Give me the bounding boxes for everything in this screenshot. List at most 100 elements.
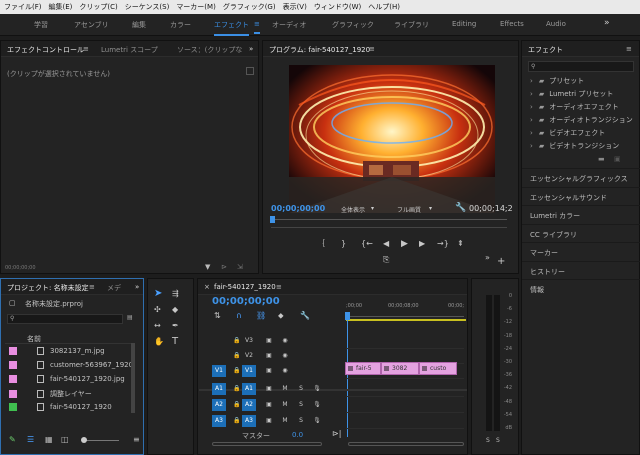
timeline-clip[interactable]: 3082 bbox=[381, 362, 419, 375]
freeform-view-icon[interactable]: ◫ bbox=[61, 435, 69, 444]
sequence-menu-icon[interactable]: ≡ bbox=[276, 283, 282, 291]
workspace-tab-5[interactable]: オーディオ bbox=[272, 20, 307, 30]
effects-folder-row[interactable]: › ▰ Lumetri プリセット bbox=[530, 89, 613, 99]
effects-search-input[interactable]: ⚲ bbox=[528, 61, 634, 72]
menu-item-3[interactable]: シーケンス(S) bbox=[125, 2, 170, 12]
workspace-tab-8[interactable]: Editing bbox=[452, 20, 476, 28]
panel-section-5[interactable]: ヒストリー bbox=[522, 260, 640, 279]
project-search-input[interactable]: ⚲ bbox=[7, 314, 123, 324]
timeline-clip[interactable]: custo bbox=[419, 362, 457, 375]
chevron-right-icon[interactable]: › bbox=[530, 103, 533, 111]
icon-view-icon[interactable]: ▦ bbox=[45, 435, 53, 444]
solo-button[interactable]: S bbox=[294, 383, 308, 395]
track-zoom-scrollbar[interactable] bbox=[212, 442, 322, 446]
master-volume[interactable]: 0.0 bbox=[292, 431, 303, 439]
menu-item-8[interactable]: ヘルプ(H) bbox=[368, 2, 400, 12]
sync-lock-icon[interactable]: ▣ bbox=[262, 415, 276, 427]
sync-lock-icon[interactable]: ▣ bbox=[262, 383, 276, 395]
track-target-V1[interactable]: V1 bbox=[242, 365, 256, 377]
effects-folder-row[interactable]: › ▰ オーディオエフェクト bbox=[530, 102, 619, 112]
nest-icon[interactable]: ⇅ bbox=[214, 311, 221, 321]
effects-folder-row[interactable]: › ▰ オーディオトランジション bbox=[530, 115, 633, 125]
track-lane[interactable] bbox=[346, 333, 464, 349]
list-item[interactable]: fair-540127_1920.jpg bbox=[9, 375, 125, 383]
list-item[interactable]: 3082137_m.jpg bbox=[9, 347, 105, 355]
list-item[interactable]: customer-563967_1920 bbox=[9, 361, 133, 369]
project-overflow-icon[interactable]: » bbox=[135, 283, 139, 291]
tab-lumetri-scopes[interactable]: Lumetri スコープ bbox=[101, 45, 158, 55]
microphone-icon[interactable]: 🎙 bbox=[310, 383, 324, 395]
source-patch-A2[interactable]: A2 bbox=[212, 399, 226, 411]
quality-dropdown-icon[interactable]: ▾ bbox=[429, 205, 432, 212]
eye-icon[interactable]: ◉ bbox=[278, 335, 292, 347]
eye-icon[interactable]: ◉ bbox=[278, 350, 292, 362]
meter-solo-right[interactable]: S bbox=[496, 437, 500, 444]
list-item[interactable]: 調整レイヤー bbox=[9, 389, 92, 399]
ripple-edit-tool-icon[interactable]: ✣ bbox=[154, 305, 161, 315]
workspace-more-button[interactable]: » bbox=[604, 18, 610, 28]
microphone-icon[interactable]: 🎙 bbox=[310, 399, 324, 411]
time-ruler[interactable] bbox=[346, 311, 464, 317]
menu-item-1[interactable]: 編集(E) bbox=[49, 2, 73, 12]
add-marker-icon[interactable]: ⬥ bbox=[278, 311, 284, 321]
linked-selection-icon[interactable]: ⛓ bbox=[256, 311, 266, 321]
workspace-tab-6[interactable]: グラフィック bbox=[332, 20, 374, 30]
tab-effect-controls[interactable]: エフェクトコントロール bbox=[7, 45, 84, 55]
track-select-tool-icon[interactable]: ⇶ bbox=[172, 289, 179, 299]
track-target-A2[interactable]: A2 bbox=[242, 399, 256, 411]
selection-tool-icon[interactable]: ➤ bbox=[154, 289, 162, 299]
new-search-bin-icon[interactable]: ▤ bbox=[127, 314, 133, 321]
snap-icon[interactable]: ∩ bbox=[236, 311, 242, 321]
play-only-icon[interactable]: ⊳ bbox=[221, 263, 227, 271]
workspace-tab-1[interactable]: アセンブリ bbox=[74, 20, 109, 30]
chevron-right-icon[interactable]: › bbox=[530, 77, 533, 85]
source-patch-A3[interactable]: A3 bbox=[212, 415, 226, 427]
mute-button[interactable]: M bbox=[278, 399, 292, 411]
program-menu-icon[interactable]: ≡ bbox=[369, 45, 375, 53]
workspace-tab-4[interactable]: エフェクト bbox=[214, 20, 249, 36]
wrench-icon[interactable]: 🔧 bbox=[455, 203, 466, 213]
menu-item-0[interactable]: ファイル(F) bbox=[4, 2, 42, 12]
step-back-icon[interactable]: ◀ bbox=[383, 239, 389, 249]
slip-tool-icon[interactable]: ↔ bbox=[154, 321, 161, 331]
mute-button[interactable]: M bbox=[278, 383, 292, 395]
track-target-A3[interactable]: A3 bbox=[242, 415, 256, 427]
workspace-tab-10[interactable]: Audio bbox=[546, 20, 566, 28]
program-playhead[interactable] bbox=[270, 216, 275, 223]
label-color-swatch[interactable] bbox=[9, 375, 17, 383]
timeline-clip[interactable]: fair-5 bbox=[345, 362, 381, 375]
track-target-A1[interactable]: A1 bbox=[242, 383, 256, 395]
timeline-settings-icon[interactable]: 🔧 bbox=[300, 311, 310, 321]
sync-lock-icon[interactable]: ▣ bbox=[262, 350, 276, 362]
lift-icon[interactable]: ⇞ bbox=[457, 239, 464, 249]
collapse-icon[interactable] bbox=[246, 67, 254, 75]
panel-section-3[interactable]: CC ライブラリ bbox=[522, 223, 640, 242]
new-bin-icon[interactable]: ▬ bbox=[598, 155, 605, 163]
export-frame-button-icon[interactable]: ⎘ bbox=[383, 255, 389, 265]
label-color-swatch[interactable] bbox=[9, 403, 17, 411]
panel-section-6[interactable]: 情報 bbox=[522, 279, 640, 297]
sync-lock-icon[interactable]: ▣ bbox=[262, 399, 276, 411]
zoom-select[interactable]: 全体表示 bbox=[341, 205, 365, 214]
mark-in-icon[interactable]: ｛ bbox=[317, 239, 325, 249]
label-color-swatch[interactable] bbox=[9, 347, 17, 355]
close-sequence-icon[interactable]: × bbox=[204, 283, 210, 291]
workspace-tab-3[interactable]: カラー bbox=[170, 20, 191, 30]
type-tool-icon[interactable]: T bbox=[172, 337, 178, 347]
workspace-tab-2[interactable]: 編集 bbox=[132, 20, 146, 30]
sync-lock-icon[interactable]: ▣ bbox=[262, 335, 276, 347]
export-frame-icon[interactable]: ⇲ bbox=[237, 263, 243, 271]
tab-source[interactable]: ソース：(クリップな bbox=[177, 45, 242, 55]
chevron-right-icon[interactable]: › bbox=[530, 116, 533, 124]
meter-solo-left[interactable]: S bbox=[486, 437, 490, 444]
track-lane[interactable] bbox=[346, 381, 464, 397]
solo-button[interactable]: S bbox=[294, 415, 308, 427]
effects-folder-row[interactable]: › ▰ ビデオトランジション bbox=[530, 141, 619, 151]
pen-tool-icon[interactable]: ✒ bbox=[172, 321, 179, 331]
effects-title[interactable]: エフェクト bbox=[528, 45, 563, 55]
delete-icon[interactable]: ▣ bbox=[614, 155, 621, 163]
solo-button[interactable]: S bbox=[294, 399, 308, 411]
tab-project[interactable]: プロジェクト: 名称未設定 bbox=[7, 283, 89, 293]
program-zoom-bar[interactable] bbox=[271, 227, 507, 231]
chevron-right-icon[interactable]: › bbox=[530, 90, 533, 98]
